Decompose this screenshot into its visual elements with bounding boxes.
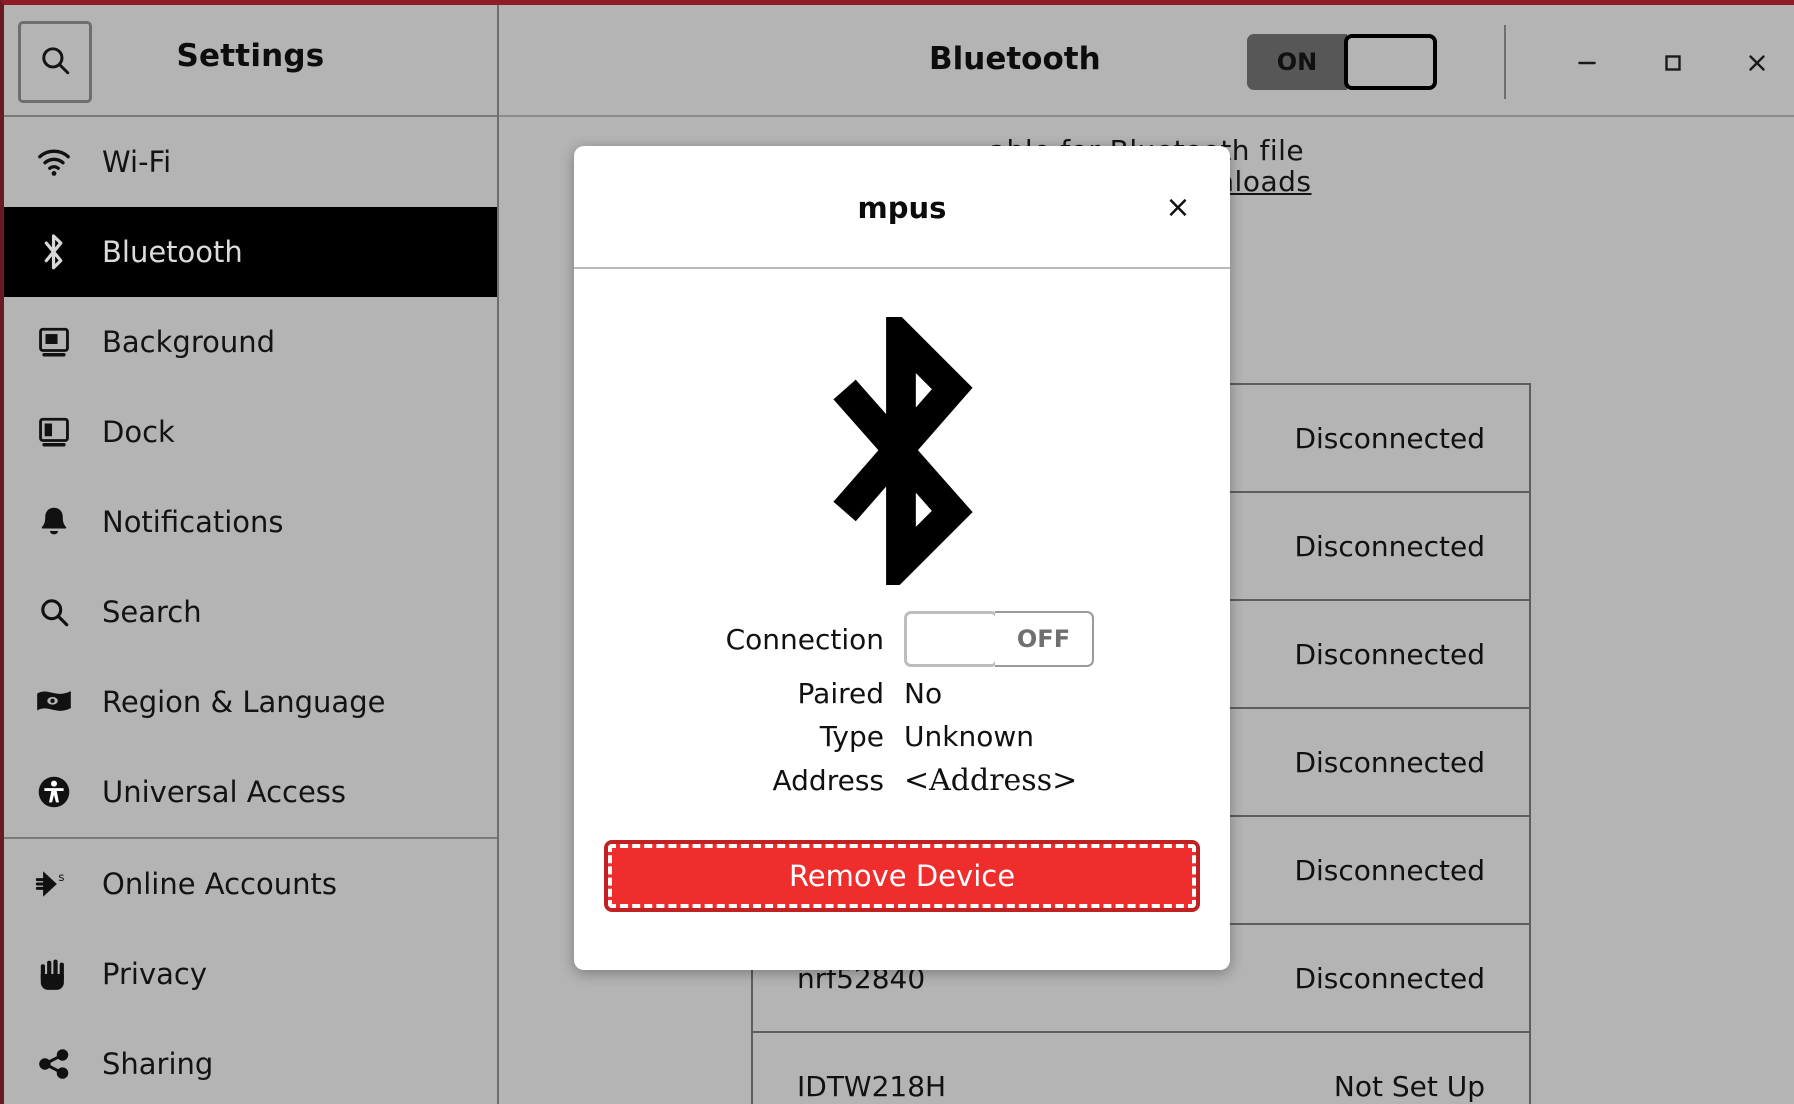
detail-value: No [904,677,943,710]
device-detail-rows: Connection OFF Paired No Type Unknown Ad… [574,611,1230,798]
sidebar-item-sharing[interactable]: Sharing [4,1019,497,1104]
sidebar-item-label: Privacy [102,957,207,991]
sidebar-item-background[interactable]: Background [4,297,497,387]
hand-icon [28,956,80,992]
dialog-title: mpus [857,191,947,225]
bluetooth-power-toggle[interactable]: ON [1247,34,1437,90]
maximize-button[interactable] [1647,37,1699,89]
sidebar-item-search[interactable]: Search [4,567,497,657]
detail-label: Connection [725,622,884,656]
device-status: Disconnected [1294,529,1485,563]
detail-row-connection: Connection OFF [574,611,1230,667]
toggle-label: ON [1247,34,1347,90]
sidebar-group-primary: Wi-Fi Bluetooth Background Dock Notifica… [4,117,497,837]
background-icon [28,325,80,359]
device-name: IDTW218H [797,1069,947,1103]
sidebar-item-label: Region & Language [102,685,386,719]
detail-value: Unknown [904,720,1034,753]
detail-label: Paired [797,677,884,710]
sidebar-item-universal-access[interactable]: Universal Access [4,747,497,837]
detail-label: Type [819,720,884,753]
bluetooth-logo-icon [833,317,973,585]
bell-icon [28,504,80,540]
sidebar-item-privacy[interactable]: Privacy [4,929,497,1019]
sidebar-item-label: Sharing [102,1047,214,1081]
sidebar-item-wifi[interactable]: Wi-Fi [4,117,497,207]
sidebar-item-label: Notifications [102,505,284,539]
toggle-knob [904,611,998,667]
sidebar-group-secondary: s Online Accounts Privacy Sharing [4,839,497,1104]
close-icon[interactable]: × [1160,190,1196,226]
device-status: Disconnected [1294,745,1485,779]
search-icon [28,595,80,629]
sidebar: Settings Wi-Fi Bluetooth Background Dock… [4,5,499,1104]
dock-icon [28,415,80,449]
titlebar-separator [1504,25,1506,99]
device-status: Disconnected [1294,637,1485,671]
settings-window: Settings Wi-Fi Bluetooth Background Dock… [0,0,1794,1104]
sidebar-item-label: Wi-Fi [102,145,172,179]
sidebar-item-bluetooth[interactable]: Bluetooth [4,207,497,297]
page-title: Settings [176,38,325,74]
online-accounts-icon: s [28,868,80,900]
toggle-knob [1344,34,1437,90]
detail-row-paired: Paired No [574,677,1230,710]
dialog-header: mpus × [574,146,1230,269]
sidebar-item-dock[interactable]: Dock [4,387,497,477]
device-status: Disconnected [1294,961,1485,995]
sidebar-item-region-language[interactable]: Region & Language [4,657,497,747]
titlebar-title: Bluetooth [929,41,1101,77]
sidebar-item-label: Bluetooth [102,235,243,269]
device-status: Disconnected [1294,421,1485,455]
share-icon [28,1047,80,1081]
sidebar-item-label: Search [102,595,202,629]
sidebar-header: Settings [4,5,497,117]
device-details-dialog: mpus × Connection OFF Paired No Type Unk… [574,146,1230,970]
close-button[interactable] [1731,37,1783,89]
detail-row-address: Address <Address> [574,763,1230,798]
minimize-button[interactable] [1561,37,1613,89]
device-status: Not Set Up [1333,1069,1485,1103]
sidebar-item-label: Universal Access [102,775,347,809]
wifi-icon [28,147,80,177]
accessibility-icon [28,774,80,810]
sidebar-item-online-accounts[interactable]: s Online Accounts [4,839,497,929]
table-row[interactable]: IDTW218H Not Set Up [753,1033,1529,1104]
toggle-label: OFF [995,611,1094,667]
detail-label: Address [772,764,884,797]
sidebar-item-label: Background [102,325,276,359]
sidebar-item-label: Online Accounts [102,867,337,901]
flag-icon [28,687,80,717]
titlebar: Bluetooth ON [499,5,1794,117]
device-status: Disconnected [1294,853,1485,887]
bluetooth-icon [28,232,80,272]
sidebar-item-label: Dock [102,415,175,449]
detail-value: <Address> [904,763,1078,798]
sidebar-item-notifications[interactable]: Notifications [4,477,497,567]
connection-toggle[interactable]: OFF [904,611,1094,667]
remove-device-button[interactable]: Remove Device [604,840,1200,912]
svg-text:s: s [58,870,64,884]
detail-row-type: Type Unknown [574,720,1230,753]
